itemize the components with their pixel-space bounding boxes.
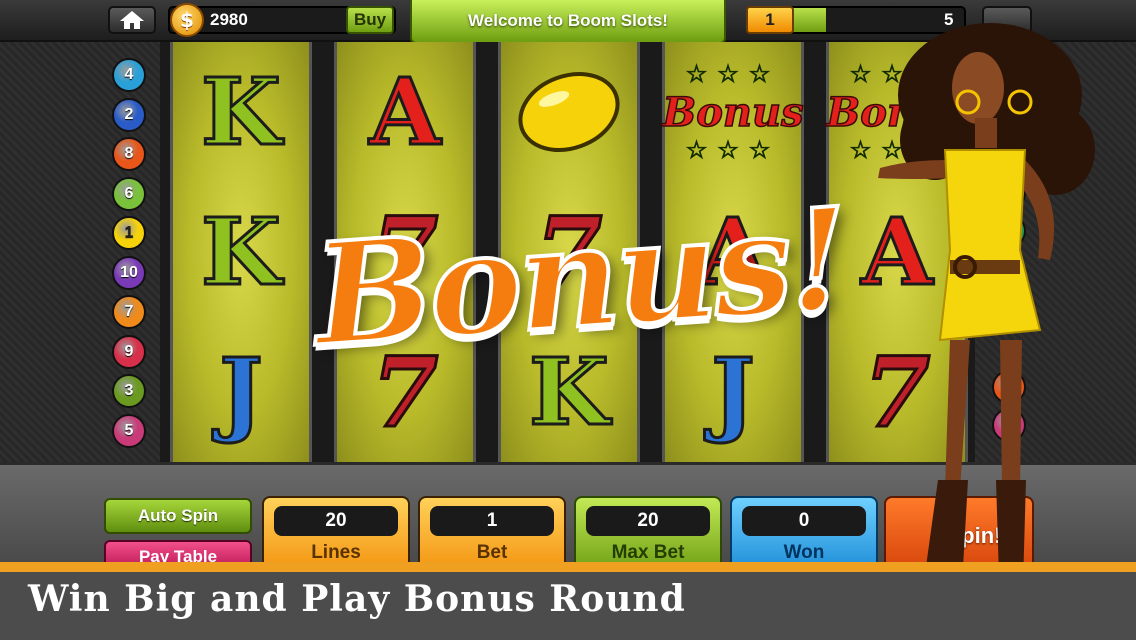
lines-value: 20 (274, 506, 398, 536)
home-icon (120, 11, 144, 29)
letter-symbol-k: K (173, 42, 309, 182)
coin-icon: $ (170, 3, 204, 37)
coin-symbol: $ (180, 8, 194, 32)
lines-label: Lines (311, 542, 361, 563)
star-icon: ☆☆☆ (685, 60, 781, 88)
payline-indicator[interactable]: 6 (112, 176, 146, 211)
bet-label: Bet (476, 542, 508, 563)
max-bet-label: Max Bet (611, 542, 685, 563)
bonus-symbol: ☆☆☆ Bonus ☆☆☆ (662, 42, 805, 182)
payline-indicator[interactable]: 10 (112, 255, 146, 290)
hostess-character (878, 23, 1095, 630)
letter-symbol-k: K (173, 182, 309, 322)
symbol-label: J (218, 337, 264, 448)
max-bet-value: 20 (586, 506, 710, 536)
reel-1: KKJ (170, 42, 312, 462)
star-icon: ☆☆☆ (685, 136, 781, 164)
symbol-label: K (200, 197, 283, 308)
home-button[interactable] (108, 6, 156, 34)
payline-indicator[interactable]: 8 (112, 137, 146, 171)
payline-indicator[interactable]: 2 (112, 97, 146, 132)
letter-symbol-j: J (173, 322, 309, 462)
payline-indicator[interactable]: 3 (112, 374, 146, 408)
promo-caption: Win Big and Play Bonus Round (28, 578, 686, 620)
payline-indicator[interactable]: 1 (112, 216, 146, 250)
symbol-label: A (368, 57, 442, 168)
payline-indicator[interactable]: 9 (112, 334, 146, 369)
payline-indicator[interactable]: 4 (112, 58, 146, 92)
payline-indicator[interactable]: 5 (112, 413, 146, 448)
letter-symbol-a: A (337, 42, 473, 182)
payline-indicator[interactable]: 7 (112, 295, 146, 329)
lemon-icon (501, 42, 637, 182)
won-value: 0 (742, 506, 866, 536)
symbol-label: K (200, 57, 283, 168)
bonus-banner-text: Bonus! (307, 176, 853, 381)
auto-spin-button[interactable]: Auto Spin (104, 498, 252, 534)
bet-value: 1 (430, 506, 554, 536)
level-badge: 1 (746, 6, 794, 34)
welcome-banner: Welcome to Boom Slots! (410, 0, 726, 44)
bonus-symbol-label: Bonus (662, 88, 805, 137)
buy-button[interactable]: Buy (346, 6, 394, 34)
bonus-banner: Bonus! (294, 159, 867, 398)
coin-balance: 2980 (210, 10, 248, 29)
